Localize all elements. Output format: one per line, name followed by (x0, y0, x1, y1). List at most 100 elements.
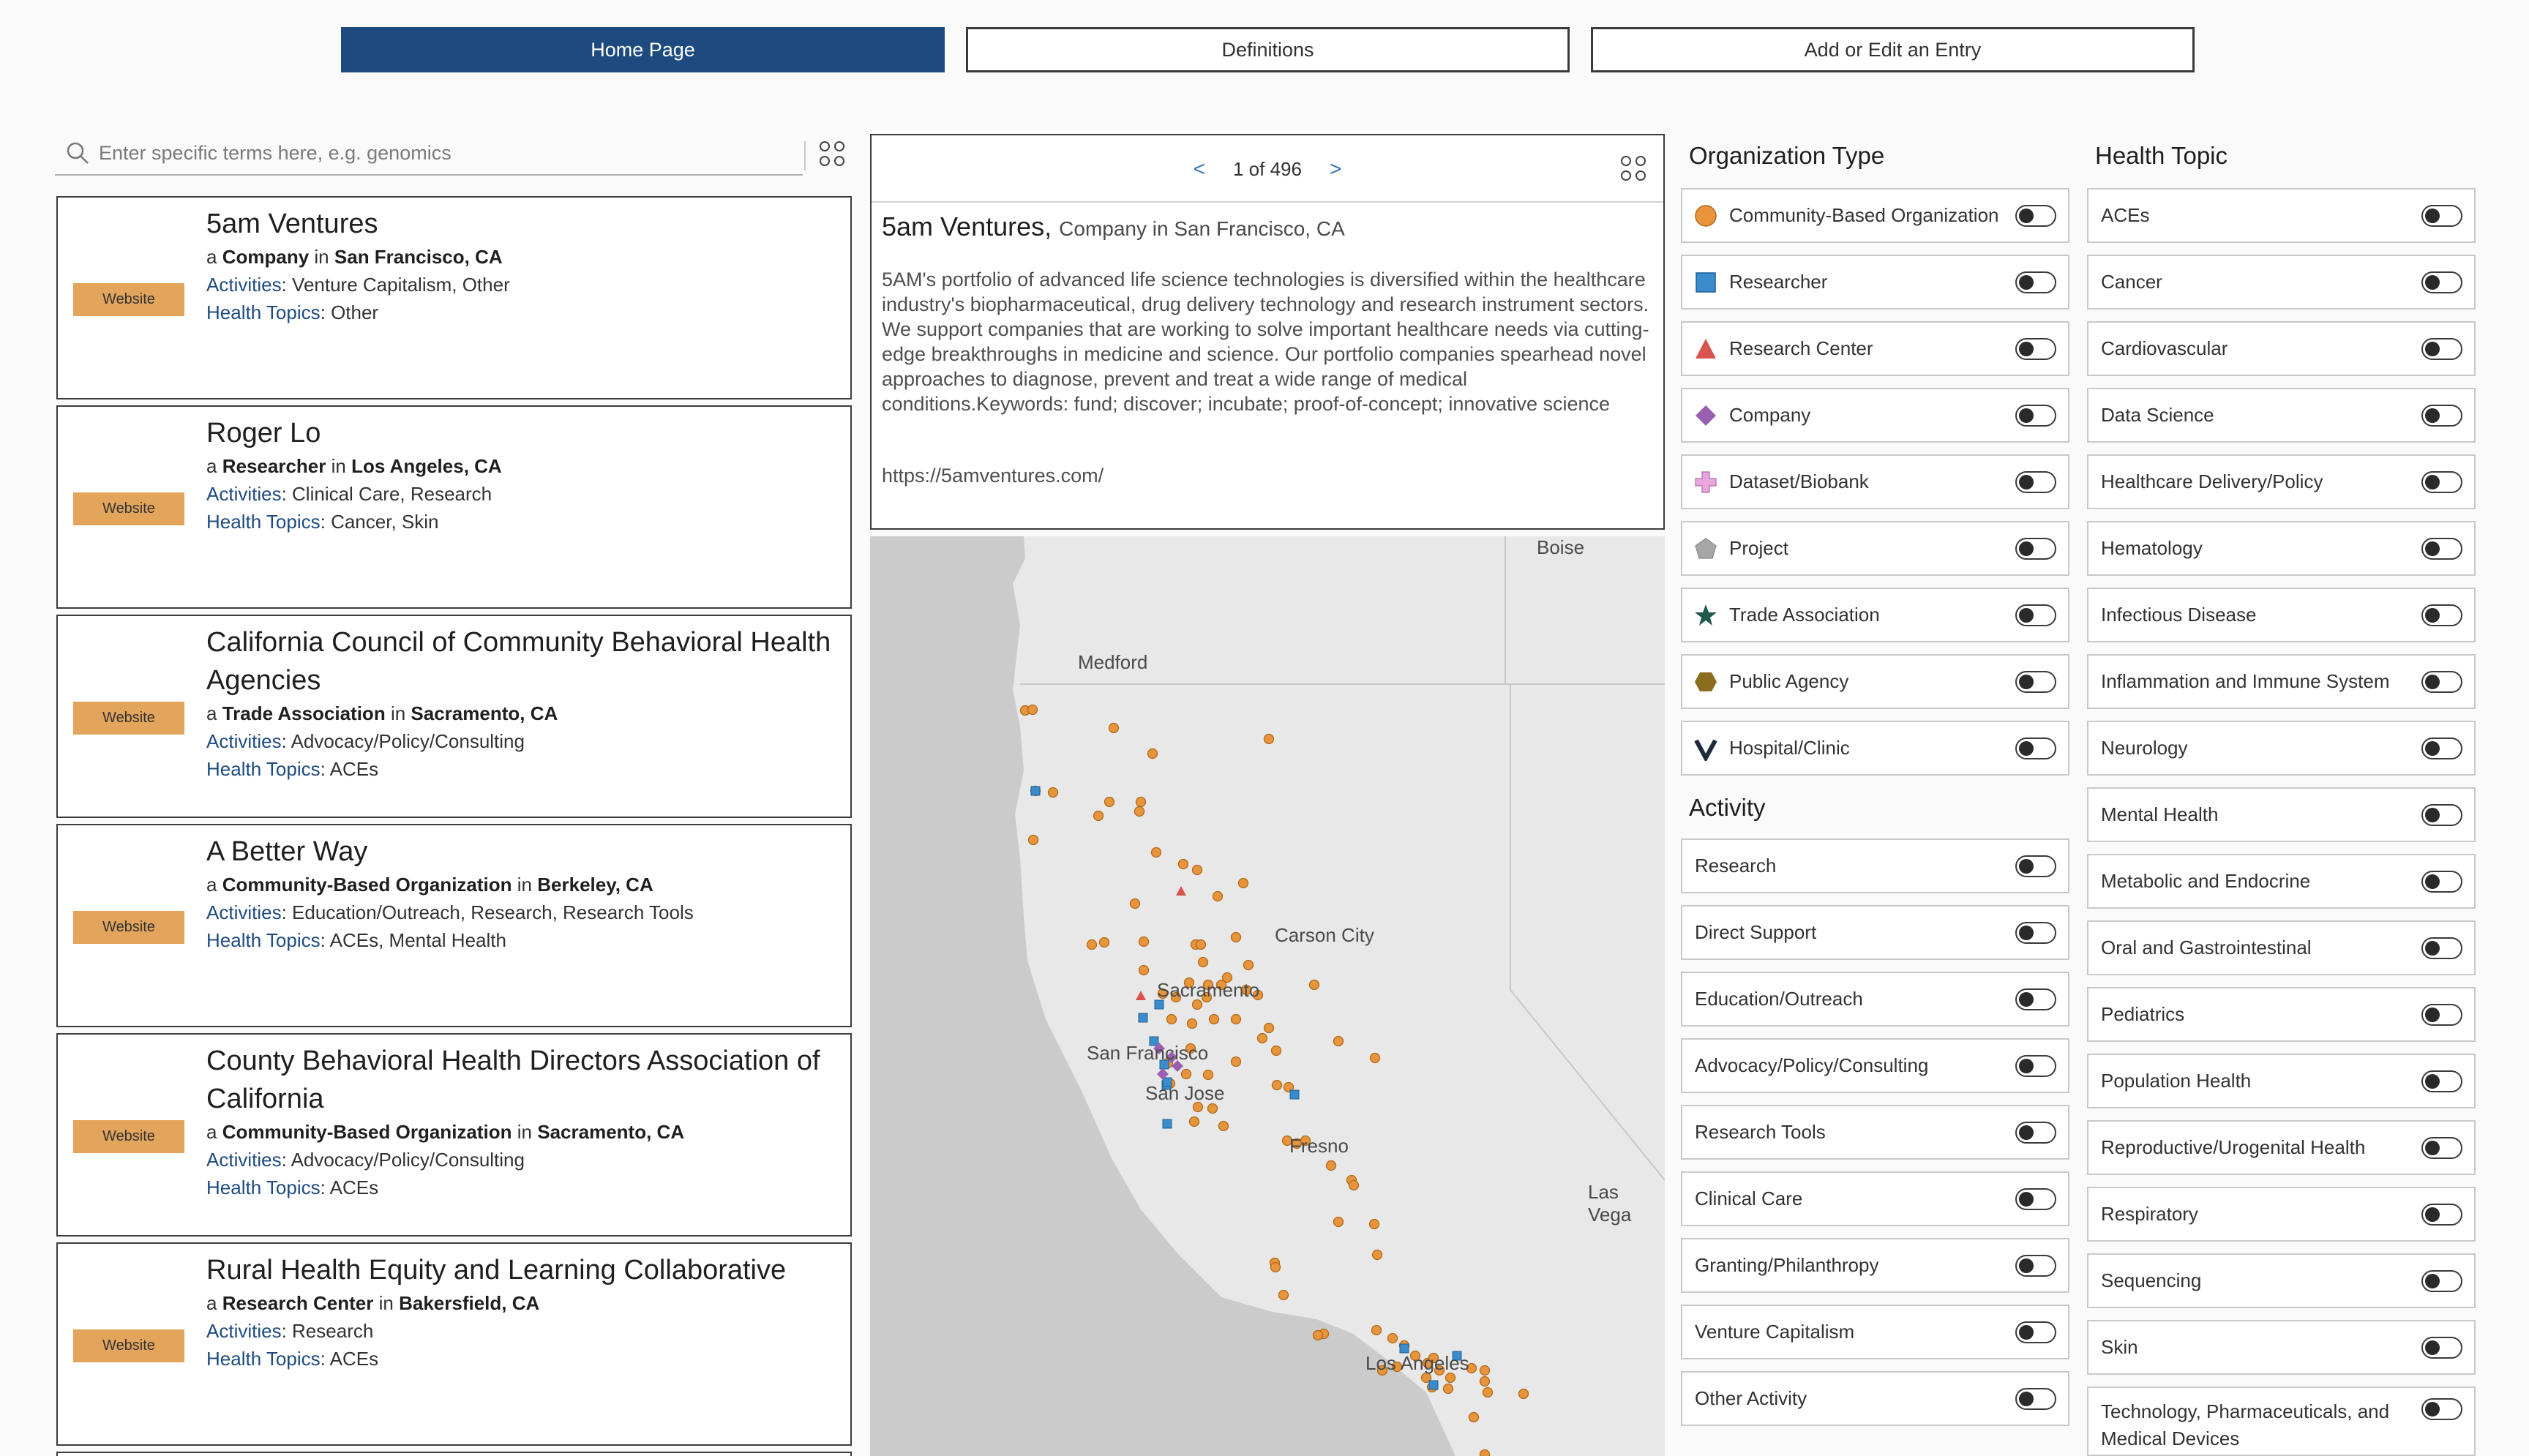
map-marker[interactable] (1027, 834, 1039, 846)
popup-url[interactable]: https://5amventures.com/ (882, 465, 1104, 487)
toggle-switch[interactable] (2421, 404, 2462, 427)
map-marker[interactable] (1482, 1386, 1494, 1398)
home-page-button[interactable]: Home Page (341, 27, 945, 72)
map-marker[interactable] (1371, 1324, 1382, 1336)
filter-org-type[interactable]: Project (1681, 521, 2069, 576)
map-marker[interactable] (1371, 1249, 1383, 1261)
map-marker[interactable] (1207, 1103, 1218, 1114)
map-marker[interactable] (1098, 937, 1110, 948)
toggle-switch[interactable] (2015, 1187, 2056, 1210)
map-marker[interactable] (1138, 964, 1150, 976)
toggle-switch[interactable] (2421, 1003, 2462, 1026)
map-marker[interactable] (1308, 979, 1320, 991)
toggle-switch[interactable] (2015, 337, 2056, 360)
toggle-switch[interactable] (2421, 1398, 2462, 1420)
map-marker[interactable] (1166, 1013, 1177, 1025)
filter-health-topic[interactable]: Respiratory (2087, 1187, 2476, 1242)
toggle-switch[interactable] (2421, 937, 2462, 959)
map-marker[interactable] (1479, 1376, 1491, 1387)
filter-activity[interactable]: Other Activity (1681, 1371, 2069, 1426)
map-marker[interactable] (1442, 1383, 1454, 1395)
map-marker[interactable] (1030, 786, 1041, 796)
map-marker[interactable] (1108, 722, 1120, 734)
filter-health-topic[interactable]: ACEs (2087, 188, 2476, 243)
toggle-switch[interactable] (2421, 470, 2462, 493)
website-button[interactable]: Website (73, 1329, 184, 1362)
filter-health-topic[interactable]: Inflammation and Immune System (2087, 654, 2476, 709)
map-marker[interactable] (1177, 858, 1189, 870)
layout-options-icon[interactable] (820, 141, 847, 169)
filter-health-topic[interactable]: Sequencing (2087, 1253, 2476, 1308)
toggle-switch[interactable] (2015, 855, 2056, 877)
map-marker[interactable] (1191, 864, 1203, 876)
filter-org-type[interactable]: Dataset/Biobank (1681, 454, 2069, 509)
map-marker[interactable] (1147, 748, 1158, 759)
map-marker[interactable] (1162, 1119, 1172, 1129)
filter-health-topic[interactable]: Healthcare Delivery/Policy (2087, 454, 2476, 509)
map-marker[interactable] (1134, 806, 1145, 817)
result-card[interactable]: Website Rural Health Equity and Learning… (56, 1242, 852, 1446)
filter-health-topic[interactable]: Skin (2087, 1320, 2476, 1375)
map-marker[interactable] (1479, 1449, 1491, 1456)
search-input[interactable] (99, 141, 757, 165)
map-marker[interactable] (1027, 704, 1038, 716)
toggle-switch[interactable] (2421, 604, 2462, 626)
result-card[interactable] (56, 1452, 852, 1456)
filter-org-type[interactable]: Researcher (1681, 255, 2069, 309)
toggle-switch[interactable] (2015, 1387, 2056, 1410)
toggle-switch[interactable] (2015, 604, 2056, 626)
definitions-button[interactable]: Definitions (966, 27, 1570, 72)
toggle-switch[interactable] (2015, 670, 2056, 693)
map-marker[interactable] (1135, 796, 1147, 808)
filter-org-type[interactable]: Hospital/Clinic (1681, 721, 2069, 776)
filter-org-type[interactable]: Community-Based Organization (1681, 188, 2069, 243)
filter-health-topic[interactable]: Data Science (2087, 388, 2476, 443)
map-marker[interactable] (1263, 1022, 1275, 1034)
filter-activity[interactable]: Direct Support (1681, 905, 2069, 960)
map-marker[interactable] (1333, 1216, 1344, 1228)
filter-activity[interactable]: Advocacy/Policy/Consulting (1681, 1038, 2069, 1093)
map-marker[interactable] (1368, 1218, 1380, 1230)
map-marker[interactable] (1188, 1116, 1200, 1127)
filter-health-topic[interactable]: Neurology (2087, 721, 2476, 776)
map-marker[interactable] (1479, 1365, 1491, 1376)
website-button[interactable]: Website (73, 283, 184, 316)
map-marker[interactable] (1129, 898, 1141, 909)
map-marker[interactable] (1086, 939, 1098, 950)
toggle-switch[interactable] (2421, 870, 2462, 893)
previous-arrow-icon[interactable]: < (1194, 157, 1205, 181)
toggle-switch[interactable] (2421, 1070, 2462, 1092)
toggle-switch[interactable] (2421, 1136, 2462, 1159)
filter-health-topic[interactable]: Mental Health (2087, 787, 2476, 842)
toggle-switch[interactable] (2421, 670, 2462, 693)
filter-health-topic[interactable]: Hematology (2087, 521, 2476, 576)
map-marker[interactable] (1150, 847, 1162, 858)
map-marker[interactable] (1468, 1411, 1480, 1423)
filter-health-topic[interactable]: Reproductive/Urogenital Health (2087, 1120, 2476, 1175)
website-button[interactable]: Website (73, 911, 184, 944)
map-marker[interactable] (1047, 787, 1059, 798)
toggle-switch[interactable] (2421, 537, 2462, 560)
popup-options-icon[interactable] (1621, 156, 1649, 184)
map-marker[interactable] (1348, 1179, 1360, 1191)
result-card[interactable]: Website 5am Ventures a Company in San Fr… (56, 196, 852, 399)
filter-health-topic[interactable]: Cardiovascular (2087, 321, 2476, 376)
toggle-switch[interactable] (2421, 1336, 2462, 1359)
map-marker[interactable] (1230, 1056, 1242, 1067)
map-marker[interactable] (1256, 1032, 1268, 1044)
map-marker[interactable] (1138, 936, 1150, 947)
filter-activity[interactable]: Research (1681, 838, 2069, 893)
map-marker[interactable] (1237, 877, 1249, 889)
filter-health-topic[interactable]: Pediatrics (2087, 987, 2476, 1042)
toggle-switch[interactable] (2421, 1269, 2462, 1292)
toggle-switch[interactable] (2015, 1121, 2056, 1144)
toggle-switch[interactable] (2015, 404, 2056, 427)
map-marker[interactable] (1428, 1380, 1439, 1390)
map-marker[interactable] (1518, 1388, 1529, 1400)
filter-health-topic[interactable]: Oral and Gastrointestinal (2087, 920, 2476, 975)
result-card[interactable]: Website County Behavioral Health Directo… (56, 1033, 852, 1237)
map-marker[interactable] (1093, 810, 1104, 822)
filter-health-topic[interactable]: Population Health (2087, 1054, 2476, 1108)
toggle-switch[interactable] (2015, 537, 2056, 560)
toggle-switch[interactable] (2015, 271, 2056, 293)
